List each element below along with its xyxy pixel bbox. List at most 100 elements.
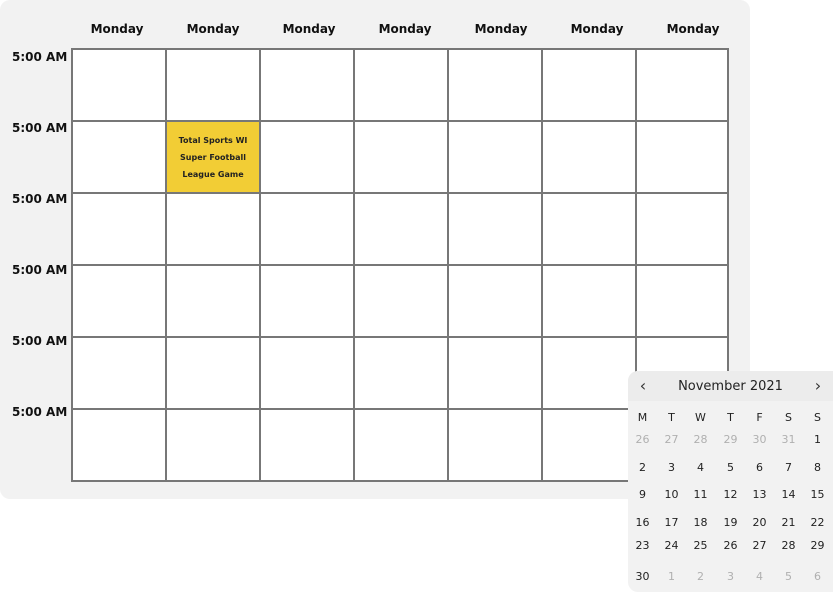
time-slot-cell[interactable] [447, 48, 541, 120]
time-slot-cell[interactable] [71, 336, 165, 408]
time-slot-cell[interactable] [71, 408, 165, 480]
time-slot-cell[interactable] [541, 336, 635, 408]
calendar-day[interactable]: 20 [745, 516, 774, 529]
weekday-label: S [785, 411, 792, 424]
date-picker: ‹ November 2021 › MTWTFSS 26 27 28 29 30 31 1 2… [628, 371, 833, 592]
time-slot-cell[interactable] [71, 264, 165, 336]
time-slot-cell[interactable] [541, 120, 635, 192]
time-slot-cell[interactable] [165, 48, 259, 120]
time-slot-cell[interactable] [259, 120, 353, 192]
time-slot-cell[interactable] [447, 192, 541, 264]
weekday-label: T [668, 411, 675, 424]
calendar-day[interactable]: 4 [745, 570, 774, 583]
time-slot-cell[interactable] [635, 120, 729, 192]
day-header: Monday [474, 22, 528, 36]
calendar-day[interactable]: 5 [774, 570, 803, 583]
calendar-day[interactable]: 1 [657, 570, 686, 583]
calendar-day[interactable]: 23 [628, 539, 657, 552]
chevron-right-icon[interactable]: › [808, 377, 828, 397]
time-slot-cell[interactable] [71, 48, 165, 120]
time-slot-cell[interactable] [447, 408, 541, 480]
calendar-day[interactable]: 26 [716, 539, 745, 552]
time-slot-cell[interactable] [353, 264, 447, 336]
time-slot-cell[interactable] [541, 408, 635, 480]
calendar-day[interactable]: 13 [745, 488, 774, 501]
time-label: 5:00 AM [12, 50, 68, 64]
calendar-day[interactable]: 19 [716, 516, 745, 529]
day-header: Monday [666, 22, 720, 36]
time-slot-cell[interactable] [259, 336, 353, 408]
calendar-day[interactable]: 28 [686, 433, 715, 446]
calendar-day[interactable]: 25 [686, 539, 715, 552]
date-picker-header: ‹ November 2021 › [628, 371, 833, 401]
time-slot-cell[interactable] [447, 120, 541, 192]
time-slot-cell[interactable] [165, 192, 259, 264]
calendar-day[interactable]: 22 [803, 516, 832, 529]
time-slot-cell[interactable] [259, 192, 353, 264]
time-label: 5:00 AM [12, 334, 68, 348]
time-label: 5:00 AM [12, 192, 68, 206]
calendar-day[interactable]: 30 [628, 570, 657, 583]
calendar-day[interactable]: 27 [657, 433, 686, 446]
time-slot-cell[interactable] [165, 336, 259, 408]
time-slot-cell[interactable] [71, 120, 165, 192]
time-slot-cell[interactable] [447, 336, 541, 408]
time-slot-cell[interactable] [541, 48, 635, 120]
calendar-day[interactable]: 8 [803, 461, 832, 474]
time-slot-cell[interactable] [71, 192, 165, 264]
event-block[interactable]: Total Sports WI Super Football League Ga… [167, 122, 259, 192]
calendar-day[interactable]: 3 [716, 570, 745, 583]
calendar-day[interactable]: 3 [657, 461, 686, 474]
time-slot-cell[interactable] [353, 336, 447, 408]
day-header: Monday [90, 22, 144, 36]
time-slot-cell[interactable] [635, 192, 729, 264]
time-slot-cell[interactable] [259, 264, 353, 336]
calendar-day[interactable]: 12 [716, 488, 745, 501]
time-slot-cell[interactable] [165, 264, 259, 336]
calendar-day[interactable]: 7 [774, 461, 803, 474]
calendar-day[interactable]: 17 [657, 516, 686, 529]
time-slot-cell[interactable] [165, 408, 259, 480]
calendar-day[interactable]: 5 [716, 461, 745, 474]
calendar-day[interactable]: 18 [686, 516, 715, 529]
time-slot-cell[interactable] [259, 48, 353, 120]
time-slot-cell[interactable] [447, 264, 541, 336]
time-label: 5:00 AM [12, 263, 68, 277]
weekday-label: S [814, 411, 821, 424]
day-header: Monday [282, 22, 336, 36]
calendar-day[interactable]: 21 [774, 516, 803, 529]
time-slot-cell[interactable] [353, 192, 447, 264]
calendar-day[interactable]: 6 [745, 461, 774, 474]
calendar-day[interactable]: 31 [774, 433, 803, 446]
time-slot-cell[interactable] [635, 264, 729, 336]
time-slot-cell[interactable] [259, 408, 353, 480]
calendar-day[interactable]: 6 [803, 570, 832, 583]
time-slot-cell[interactable] [541, 192, 635, 264]
calendar-day[interactable]: 2 [628, 461, 657, 474]
time-slot-cell[interactable] [353, 120, 447, 192]
time-slot-cell[interactable] [635, 48, 729, 120]
calendar-day[interactable]: 14 [774, 488, 803, 501]
calendar-day[interactable]: 9 [628, 488, 657, 501]
calendar-day[interactable]: 29 [803, 539, 832, 552]
calendar-day[interactable]: 30 [745, 433, 774, 446]
calendar-day[interactable]: 24 [657, 539, 686, 552]
calendar-day[interactable]: 15 [803, 488, 832, 501]
calendar-day[interactable]: 10 [657, 488, 686, 501]
calendar-day[interactable]: 2 [686, 570, 715, 583]
time-slot-cell[interactable] [541, 264, 635, 336]
calendar-day[interactable]: 26 [628, 433, 657, 446]
calendar-day[interactable]: 11 [686, 488, 715, 501]
time-slot-cell[interactable] [353, 408, 447, 480]
calendar-day[interactable]: 1 [803, 433, 832, 446]
weekday-label: M [637, 411, 648, 424]
calendar-day[interactable]: 16 [628, 516, 657, 529]
time-slot-cell[interactable] [353, 48, 447, 120]
weekday-label: W [695, 411, 706, 424]
calendar-day[interactable]: 4 [686, 461, 715, 474]
time-slot-cell[interactable]: Total Sports WI Super Football League Ga… [165, 120, 259, 192]
calendar-day[interactable]: 28 [774, 539, 803, 552]
calendar-day[interactable]: 27 [745, 539, 774, 552]
calendar-day[interactable]: 29 [716, 433, 745, 446]
weekday-label: T [727, 411, 734, 424]
